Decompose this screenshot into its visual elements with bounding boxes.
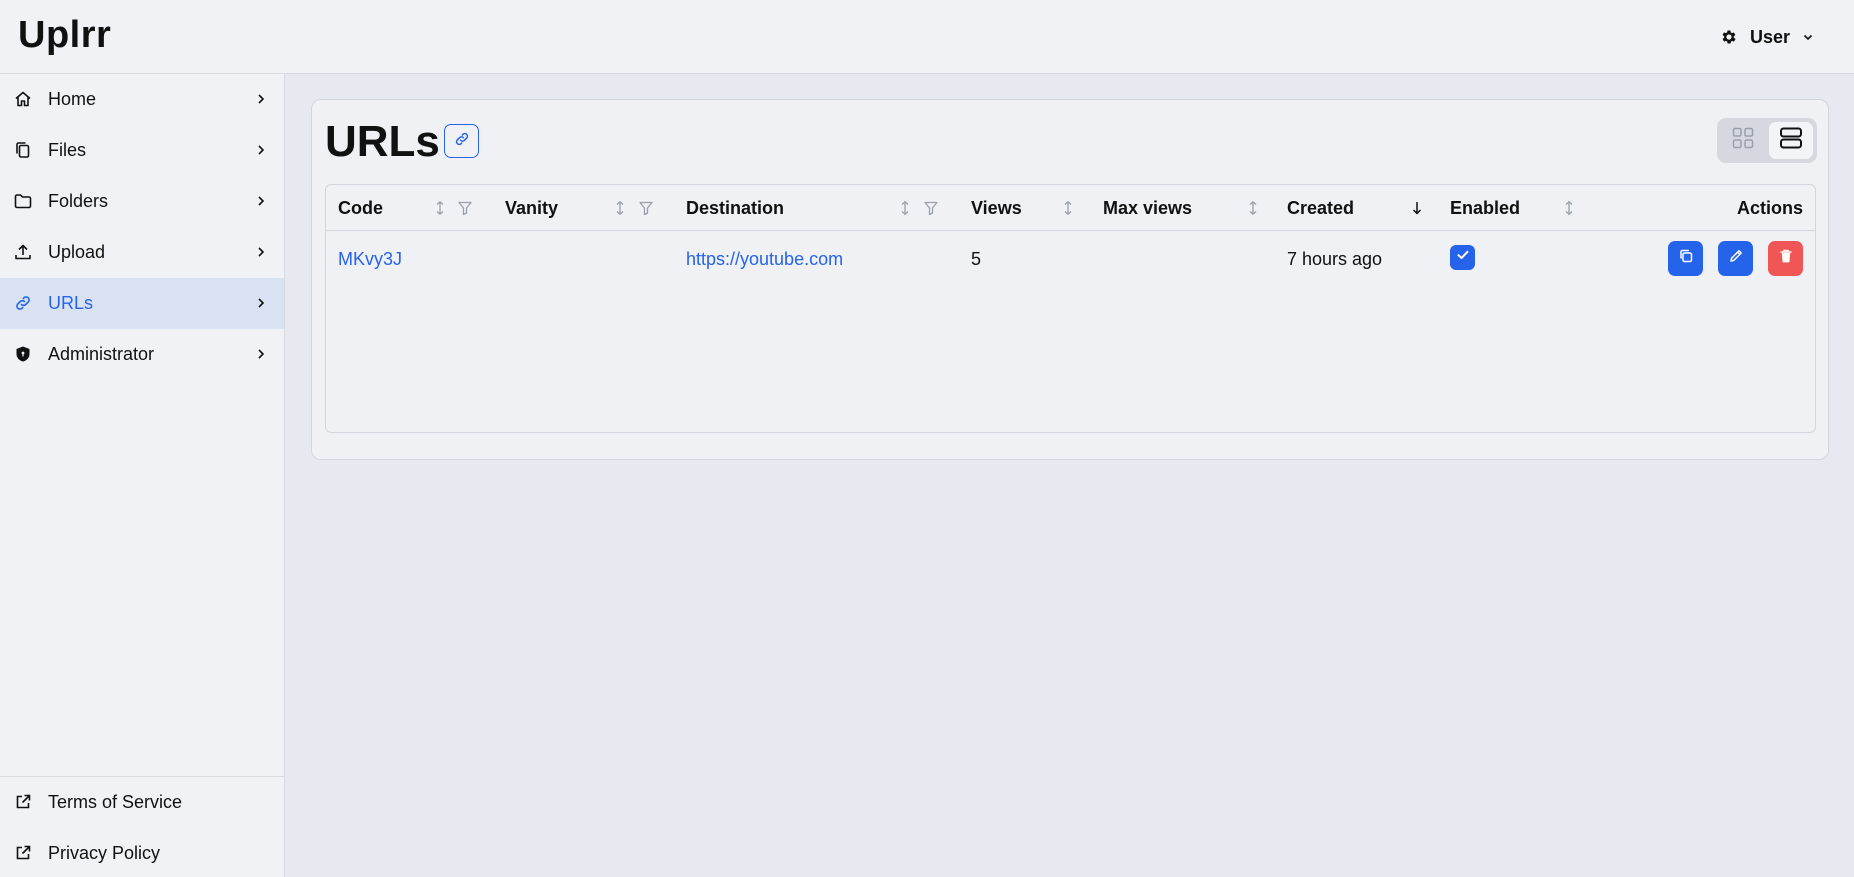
sidebar-item-label: Files: [48, 140, 87, 160]
table-row: MKvy3J https://youtube.com 5 7 hours ago: [326, 231, 1815, 287]
filter-icon[interactable]: [457, 200, 473, 216]
sort-icon[interactable]: [897, 200, 913, 216]
sidebar-item-home[interactable]: Home: [0, 74, 284, 125]
enabled-checkbox[interactable]: [1450, 245, 1475, 270]
link-icon: [14, 294, 32, 312]
pencil-icon: [1728, 248, 1744, 269]
app-logo[interactable]: Uplrr: [18, 14, 111, 57]
sidebar-item-upload[interactable]: Upload: [0, 227, 284, 278]
view-toggle: [1717, 118, 1817, 163]
filter-icon[interactable]: [923, 200, 939, 216]
external-link-icon: [14, 793, 32, 811]
upload-icon: [14, 243, 32, 261]
list-view-button[interactable]: [1769, 122, 1813, 159]
sidebar-link-privacy[interactable]: Privacy Policy: [0, 828, 284, 877]
top-header: Uplrr User: [0, 0, 1854, 74]
chevron-right-icon: [254, 194, 268, 208]
shorten-url-button[interactable]: [444, 124, 479, 158]
folder-icon: [14, 192, 32, 210]
sort-icon[interactable]: [612, 200, 628, 216]
sidebar: Home Files Folders Upload URLs Administr…: [0, 74, 285, 877]
page-title: URLs: [325, 117, 440, 166]
column-header-max-views[interactable]: Max views: [1103, 185, 1192, 231]
sidebar-item-label: Folders: [48, 191, 109, 211]
copy-url-button[interactable]: [1668, 241, 1703, 276]
gear-icon: [1720, 28, 1738, 46]
column-header-vanity[interactable]: Vanity: [505, 185, 558, 231]
sidebar-link-terms[interactable]: Terms of Service: [0, 777, 284, 828]
chevron-right-icon: [254, 245, 268, 259]
privacy-label: Privacy Policy: [48, 843, 161, 863]
column-header-created[interactable]: Created: [1287, 185, 1354, 231]
chevron-right-icon: [254, 92, 268, 106]
copy-icon: [1678, 248, 1694, 269]
sidebar-item-label: Administrator: [48, 344, 155, 364]
url-created-cell: 7 hours ago: [1287, 248, 1383, 269]
column-header-views[interactable]: Views: [971, 185, 1022, 231]
sidebar-item-urls[interactable]: URLs: [0, 278, 284, 329]
delete-url-button[interactable]: [1768, 241, 1803, 276]
files-icon: [14, 141, 32, 159]
url-destination-link[interactable]: https://youtube.com: [686, 231, 843, 287]
link-icon: [454, 131, 470, 152]
column-header-enabled[interactable]: Enabled: [1450, 185, 1520, 231]
chevron-down-icon: [1802, 31, 1814, 43]
grid-view-button[interactable]: [1721, 122, 1765, 159]
shield-icon: [14, 345, 32, 363]
url-code-link[interactable]: MKvy3J: [338, 231, 402, 287]
sort-icon[interactable]: [1060, 200, 1076, 216]
column-header-code[interactable]: Code: [338, 185, 383, 231]
chevron-right-icon: [254, 143, 268, 157]
grid-icon: [1731, 126, 1755, 155]
column-header-destination[interactable]: Destination: [686, 185, 784, 231]
column-header-actions: Actions: [1736, 197, 1803, 218]
sidebar-item-administrator[interactable]: Administrator: [0, 329, 284, 380]
table-header: Code Vanity Destination Views Max views …: [326, 185, 1815, 231]
sort-icon[interactable]: [432, 200, 448, 216]
trash-icon: [1778, 248, 1794, 269]
chevron-right-icon: [254, 347, 268, 361]
rows-icon: [1779, 126, 1803, 155]
sidebar-item-files[interactable]: Files: [0, 125, 284, 176]
sidebar-item-label: URLs: [48, 293, 94, 313]
user-menu[interactable]: User: [1720, 22, 1814, 52]
home-icon: [14, 90, 32, 108]
urls-card: URLs Code Vanity Destination Views Max v…: [311, 99, 1829, 460]
sort-icon[interactable]: [1561, 200, 1577, 216]
sidebar-item-label: Upload: [48, 242, 106, 262]
url-views-cell: 5: [971, 248, 982, 269]
sidebar-item-label: Home: [48, 89, 97, 109]
terms-label: Terms of Service: [48, 792, 183, 812]
sort-icon[interactable]: [1245, 200, 1261, 216]
check-icon: [1456, 248, 1470, 267]
edit-url-button[interactable]: [1718, 241, 1753, 276]
user-label: User: [1749, 26, 1790, 47]
chevron-right-icon: [254, 296, 268, 310]
sidebar-item-folders[interactable]: Folders: [0, 176, 284, 227]
external-link-icon: [14, 844, 32, 862]
urls-table: Code Vanity Destination Views Max views …: [325, 184, 1816, 433]
sort-desc-icon[interactable]: [1409, 200, 1425, 216]
filter-icon[interactable]: [638, 200, 654, 216]
